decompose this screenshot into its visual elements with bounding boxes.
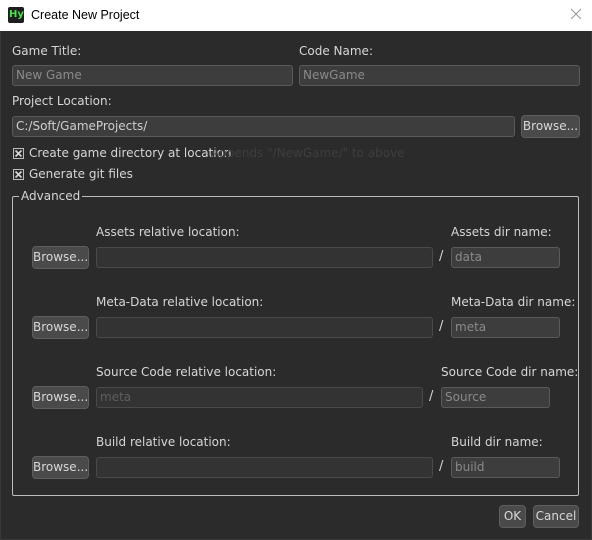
source-browse-button[interactable]: Browse... [32, 386, 89, 409]
project-location-input[interactable]: C:/Soft/GameProjects/ [12, 116, 515, 137]
path-separator: / [439, 459, 444, 474]
meta-dir-input[interactable]: meta [451, 317, 560, 338]
meta-location-input[interactable] [96, 317, 433, 338]
cancel-button[interactable]: Cancel [533, 505, 579, 528]
app-logo-icon: Hy [8, 7, 24, 23]
window-title: Create New Project [31, 8, 140, 22]
create-dir-checkbox[interactable] [13, 148, 24, 159]
title-bar: Hy Create New Project [0, 0, 592, 31]
assets-location-input[interactable] [96, 247, 433, 268]
git-files-checkbox[interactable] [13, 169, 24, 180]
code-name-label: Code Name: [299, 44, 373, 58]
git-files-label[interactable]: Generate git files [29, 167, 133, 181]
path-separator: / [439, 249, 444, 264]
build-dir-input[interactable]: build [451, 457, 560, 478]
source-dir-label: Source Code dir name: [441, 365, 579, 379]
source-location-label: Source Code relative location: [96, 365, 277, 379]
build-location-input[interactable] [96, 457, 433, 478]
build-browse-button[interactable]: Browse... [32, 456, 89, 479]
project-location-browse-button[interactable]: Browse... [521, 115, 580, 138]
create-dir-hint: Appends "/NewGame/" to above [211, 146, 405, 160]
advanced-group-title: Advanced [19, 189, 83, 203]
meta-location-label: Meta-Data relative location: [96, 295, 264, 309]
path-separator: / [439, 319, 444, 334]
assets-browse-button[interactable]: Browse... [32, 246, 89, 269]
path-separator: / [429, 389, 434, 404]
meta-browse-button[interactable]: Browse... [32, 316, 89, 339]
game-title-label: Game Title: [12, 44, 82, 58]
game-title-input[interactable]: New Game [12, 65, 293, 86]
assets-dir-label: Assets dir name: [451, 225, 552, 239]
close-icon[interactable] [567, 5, 585, 23]
build-dir-label: Build dir name: [451, 435, 543, 449]
source-location-input[interactable]: meta [96, 387, 423, 408]
project-location-label: Project Location: [12, 94, 112, 108]
create-dir-label[interactable]: Create game directory at location [29, 146, 232, 160]
assets-dir-input[interactable]: data [451, 247, 560, 268]
build-location-label: Build relative location: [96, 435, 231, 449]
assets-location-label: Assets relative location: [96, 225, 240, 239]
source-dir-input[interactable]: Source [441, 387, 550, 408]
ok-button[interactable]: OK [499, 505, 526, 528]
code-name-input[interactable]: NewGame [299, 65, 580, 86]
meta-dir-label: Meta-Data dir name: [451, 295, 576, 309]
advanced-group [12, 196, 579, 496]
